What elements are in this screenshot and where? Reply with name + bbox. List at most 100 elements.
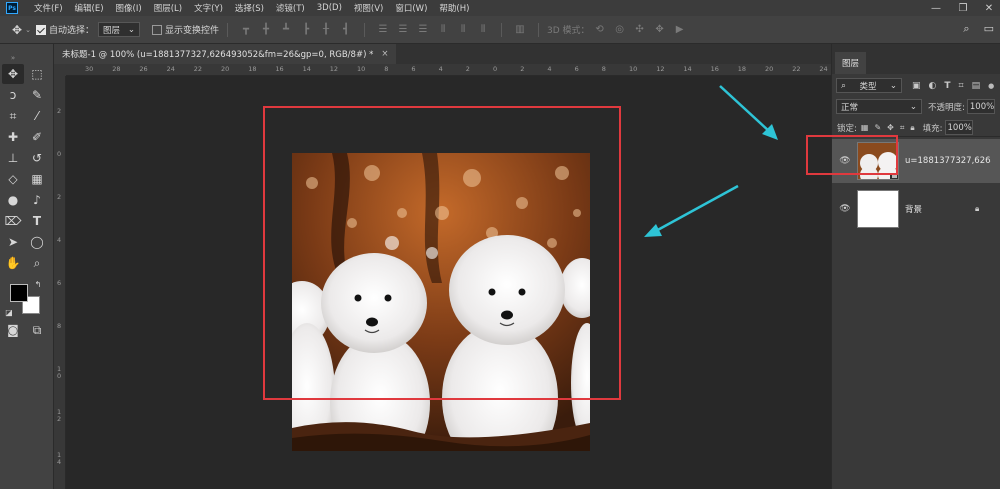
close-tab-icon[interactable]: × [381, 49, 388, 59]
filter-smart-object-icon[interactable]: ▤ [972, 81, 981, 91]
lock-transparency-icon[interactable]: ▦ [861, 123, 869, 132]
filter-adjustment-icon[interactable]: ◐ [929, 81, 937, 91]
align-right-icon[interactable]: ┫ [339, 24, 353, 36]
filter-kind-dropdown[interactable]: ⌕ 类型 ⌄ [836, 78, 902, 93]
3d-scale-icon[interactable]: ▶ [673, 24, 687, 36]
eyedropper-tool-icon[interactable]: ⁄ [26, 106, 48, 126]
3d-pan-icon[interactable]: ✣ [633, 24, 647, 36]
lasso-tool-icon[interactable]: ↄ [2, 85, 24, 105]
auto-align-icon[interactable]: ▥ [513, 24, 527, 36]
brush-tool-icon[interactable]: ✐ [26, 127, 48, 147]
ruler-tick-label: 30 [85, 65, 94, 73]
lock-artboard-icon[interactable]: ⌗ [900, 123, 905, 133]
menu-edit[interactable]: 编辑(E) [75, 2, 104, 14]
blend-mode-dropdown[interactable]: 正常 ⌄ [836, 99, 922, 114]
pen-tool-icon[interactable]: ⌦ [2, 211, 24, 231]
3d-slide-icon[interactable]: ✥ [653, 24, 667, 36]
document-tab[interactable]: 未标题-1 @ 100% (u=1881377327,626493052&fm=… [54, 44, 397, 64]
divider [364, 22, 366, 37]
menu-layer[interactable]: 图层(L) [154, 2, 182, 14]
lock-position-icon[interactable]: ✥ [887, 123, 894, 132]
menu-type[interactable]: 文字(Y) [194, 2, 223, 14]
layers-panel: 图层 ⌕ 类型 ⌄ ▣ ◐ T ⌗ ▤ ● 正常 ⌄ 不透明度: 100% 锁定… [831, 44, 1000, 489]
ruler-tick-label: 6 [411, 65, 416, 73]
distribute-hcenter-icon[interactable]: ⦀ [456, 24, 470, 36]
ruler-tick-label: 8 [601, 65, 606, 73]
history-brush-tool-icon[interactable]: ↺ [26, 148, 48, 168]
default-colors-icon[interactable]: ◪ [3, 306, 15, 318]
gradient-tool-icon[interactable]: ▦ [26, 169, 48, 189]
marquee-tool-icon[interactable]: ⬚ [26, 64, 48, 84]
menu-window[interactable]: 窗口(W) [395, 2, 427, 14]
ruler-tick-label: 16 [275, 65, 284, 73]
align-top-icon[interactable]: ┳ [239, 24, 253, 36]
document-tab-title: 未标题-1 @ 100% (u=1881377327,626493052&fm=… [62, 50, 374, 60]
close-window-button[interactable]: ✕ [978, 0, 1000, 16]
filter-shape-icon[interactable]: ⌗ [959, 81, 964, 91]
more-tools-icon[interactable] [2, 260, 24, 274]
screen-mode-icon[interactable]: ⧉ [26, 320, 48, 340]
move-tool-icon[interactable]: ✥ [2, 64, 24, 84]
workspace-icon[interactable]: ▭ [984, 22, 994, 36]
tab-layers[interactable]: 图层 [835, 52, 867, 74]
menu-file[interactable]: 文件(F) [34, 2, 63, 14]
ruler-tick-label: 0 [493, 65, 498, 73]
quick-select-tool-icon[interactable]: ✎ [26, 85, 48, 105]
menu-help[interactable]: 帮助(H) [439, 2, 469, 14]
ruler-tick-label: 18 [248, 65, 257, 73]
fill-input[interactable]: 100% [944, 120, 973, 135]
zoom-tool-icon[interactable]: ⌕ [26, 253, 48, 273]
restore-button[interactable]: ❐ [952, 0, 974, 16]
healing-brush-tool-icon[interactable]: ✚ [2, 127, 24, 147]
distribute-left-icon[interactable]: ⦀ [436, 24, 450, 36]
lock-pixels-icon[interactable]: ✎ [874, 123, 881, 132]
eraser-tool-icon[interactable]: ◇ [2, 169, 24, 189]
align-vcenter-icon[interactable]: ╋ [259, 24, 273, 36]
auto-select-checkbox[interactable] [36, 24, 46, 35]
dodge-tool-icon[interactable]: ♪ [26, 190, 48, 210]
show-transform-checkbox[interactable] [152, 24, 163, 35]
type-tool-icon[interactable]: T [26, 211, 48, 231]
ellipse-tool-icon[interactable]: ◯ [26, 232, 48, 252]
move-tool-preset-icon[interactable]: ✥ ⌄ [0, 23, 36, 37]
layer-highlight-box [806, 135, 898, 175]
menu-3d[interactable]: 3D(D) [317, 3, 342, 13]
auto-select-label: 自动选择： [49, 26, 95, 36]
layer-row-background[interactable]: 👁︎ 背景 🔒︎ [832, 187, 1000, 231]
distribute-right-icon[interactable]: ⦀ [476, 24, 490, 36]
align-bottom-icon[interactable]: ┻ [279, 24, 293, 36]
ruler-tick-label: 1 0 [57, 365, 62, 380]
crop-tool-icon[interactable]: ⌗ [2, 106, 24, 126]
quick-mask-icon[interactable]: ◙ [2, 320, 24, 340]
menu-image[interactable]: 图像(I) [116, 2, 142, 14]
auto-select-target-dropdown[interactable]: 图层 ⌄ [98, 22, 141, 37]
distribute-vcenter-icon[interactable]: ☰ [396, 24, 410, 36]
ruler-tick-label: 4 [57, 236, 62, 244]
horizontal-ruler: 30 28 26 24 22 20 18 16 14 12 10 8 6 4 2 0 2 4 6 8 10 12 14 16 1… [66, 64, 831, 76]
visibility-eye-icon[interactable]: 👁︎ [836, 204, 854, 214]
filter-type-icon[interactable]: T [944, 81, 950, 91]
menu-select[interactable]: 选择(S) [235, 2, 264, 14]
align-hcenter-icon[interactable]: ╂ [319, 24, 333, 36]
path-select-tool-icon[interactable]: ➤ [2, 232, 24, 252]
filter-pixel-icon[interactable]: ▣ [912, 81, 921, 91]
foreground-color-swatch[interactable] [10, 284, 28, 302]
ruler-tick-label: 1 2 [57, 408, 62, 423]
align-left-icon[interactable]: ┣ [299, 24, 313, 36]
3d-orbit-icon[interactable]: ⟲ [593, 24, 607, 36]
minimize-button[interactable]: — [925, 0, 947, 16]
search-icon: ⌕ [841, 80, 847, 91]
3d-roll-icon[interactable]: ◎ [613, 24, 627, 36]
distribute-bottom-icon[interactable]: ☰ [416, 24, 430, 36]
distribute-top-icon[interactable]: ☰ [376, 24, 390, 36]
filter-toggle-icon[interactable]: ● [988, 82, 994, 90]
opacity-input[interactable]: 100% [966, 99, 995, 114]
menu-filter[interactable]: 滤镜(T) [276, 2, 305, 14]
search-icon[interactable]: ⌕ [963, 22, 969, 36]
lock-all-icon[interactable]: 🔒︎ [910, 123, 914, 133]
blur-tool-icon[interactable]: ● [2, 190, 24, 210]
clone-stamp-tool-icon[interactable]: ⊥ [2, 148, 24, 168]
menu-view[interactable]: 视图(V) [354, 2, 383, 14]
tools-panel: » ✥ ⬚ ↄ ✎ ⌗ ⁄ ✚ ✐ ⊥ ↺ ◇ ▦ ● ♪ ⌦ T ➤ ◯ ✋ … [0, 44, 54, 489]
swap-colors-icon[interactable]: ↰ [32, 278, 44, 290]
